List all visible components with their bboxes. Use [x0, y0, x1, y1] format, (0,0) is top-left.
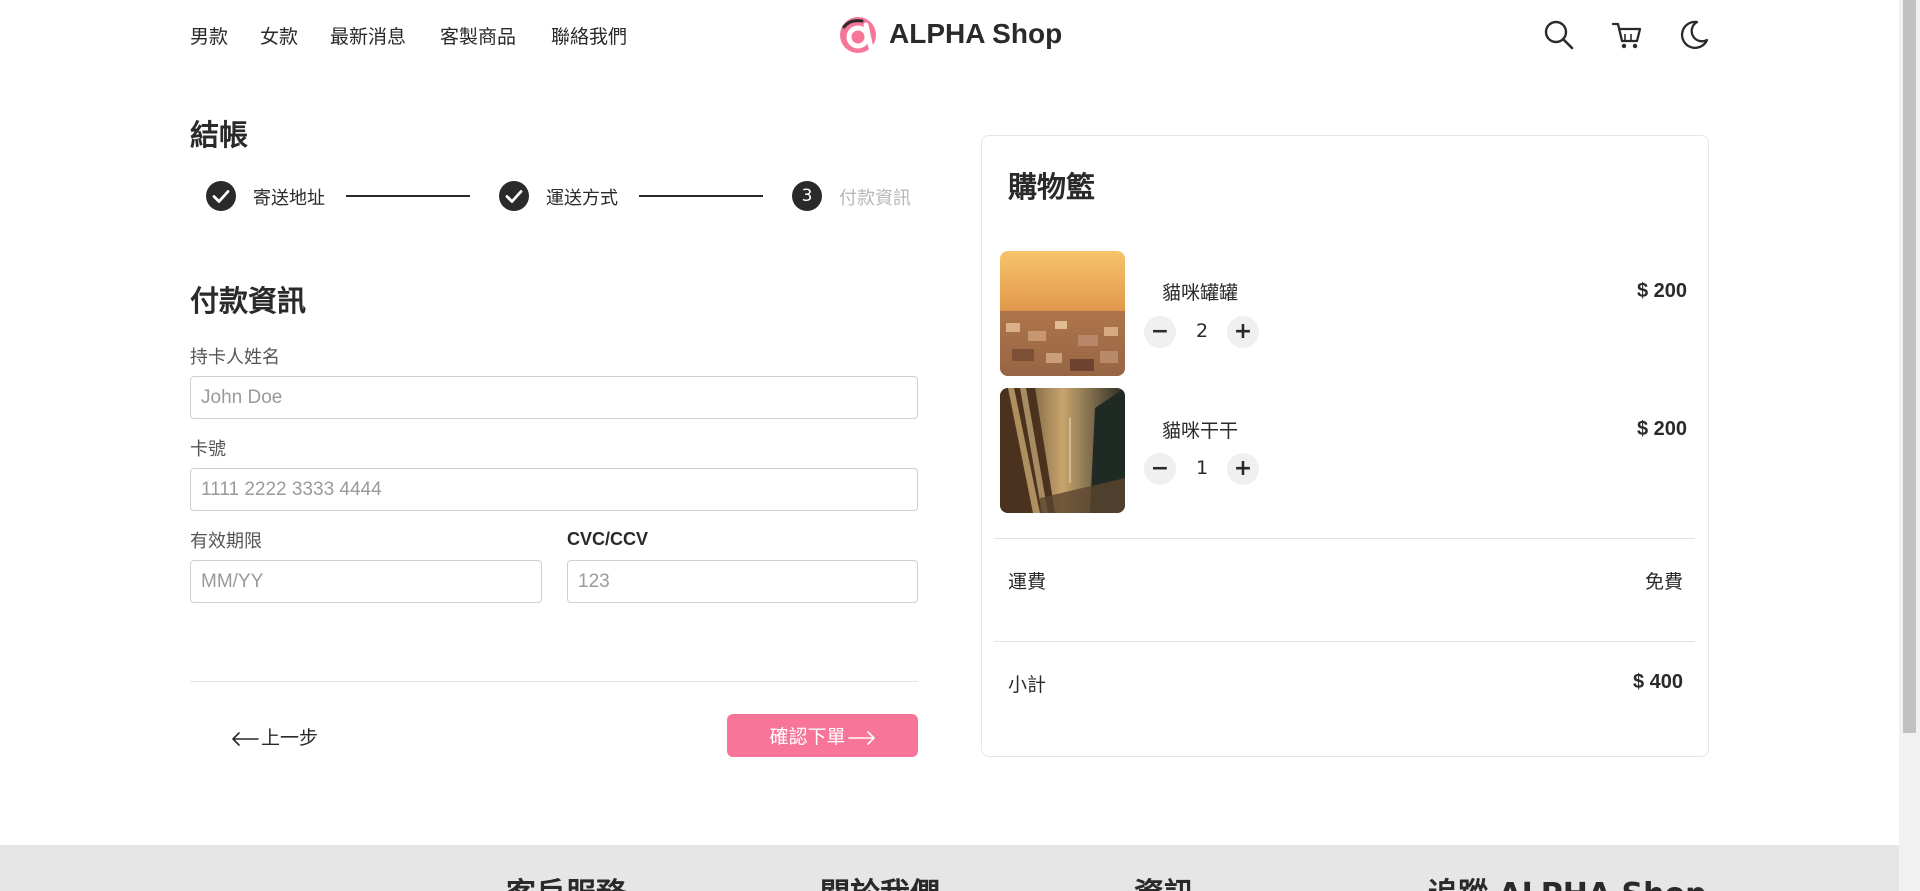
cart-item-name: 貓咪干干 [1162, 420, 1239, 442]
subtotal-label: 小計 [1008, 674, 1047, 696]
step-3-label: 付款資訊 [839, 188, 911, 209]
confirm-order-label: 確認下單 [769, 726, 846, 748]
decrease-quantity-button[interactable]: − [1144, 453, 1176, 485]
cvc-label: CVC/CCV [567, 529, 649, 549]
arrow-left-icon [232, 731, 259, 746]
cart-divider [994, 538, 1695, 539]
footer-heading-service: 客戶服務 [506, 869, 626, 891]
step-2-label: 運送方式 [546, 188, 618, 209]
cart-item-price: $ 200 [1636, 418, 1687, 440]
cart-divider [994, 641, 1695, 642]
cart-icon[interactable] [1610, 18, 1644, 52]
shipping-label: 運費 [1008, 571, 1047, 593]
step-3-number: 3 [792, 181, 822, 211]
nav-link-custom[interactable]: 客製商品 [440, 22, 516, 49]
step-1-check-icon [206, 181, 236, 211]
cart-item-quantity: 2 [1195, 320, 1209, 342]
nav-link-news[interactable]: 最新消息 [330, 22, 406, 49]
cart-item-price: $ 200 [1636, 280, 1687, 302]
footer-heading-info: 資訊 [1134, 869, 1194, 891]
card-number-input[interactable] [190, 468, 918, 511]
cardholder-name-label: 持卡人姓名 [190, 347, 280, 368]
previous-step-button[interactable]: 上一步 [231, 723, 318, 750]
footer-heading-follow: 追蹤 ALPHA Shop [1428, 869, 1707, 891]
product-image [1000, 251, 1125, 376]
logo[interactable]: ALPHA Shop [838, 14, 1238, 56]
footer-heading-about: 關於我們 [820, 869, 940, 891]
cart-title: 購物籃 [1008, 170, 1096, 204]
cardholder-name-input[interactable] [190, 376, 918, 419]
arrow-right-icon [847, 730, 875, 745]
step-connector [639, 195, 763, 197]
increase-quantity-button[interactable]: + [1227, 316, 1259, 348]
cart-item-name: 貓咪罐罐 [1162, 282, 1239, 304]
logo-mark-icon [840, 17, 876, 53]
step-1-label: 寄送地址 [253, 188, 325, 209]
moon-icon[interactable] [1677, 18, 1711, 52]
section-title: 付款資訊 [190, 284, 307, 318]
card-number-label: 卡號 [190, 439, 226, 460]
subtotal-value: $ 400 [1632, 671, 1683, 693]
confirm-order-button[interactable]: 確認下單 [727, 714, 918, 757]
page-title: 結帳 [190, 118, 249, 152]
cvc-input[interactable] [567, 560, 918, 603]
nav-link-men[interactable]: 男款 [190, 22, 228, 49]
expiry-label: 有效期限 [190, 531, 262, 552]
expiry-input[interactable] [190, 560, 542, 603]
logo-text: ALPHA Shop [889, 18, 1063, 49]
step-2-check-icon [499, 181, 529, 211]
step-connector [346, 195, 470, 197]
decrease-quantity-button[interactable]: − [1144, 316, 1176, 348]
nav-link-women[interactable]: 女款 [260, 22, 298, 49]
scrollbar-thumb[interactable] [1903, 0, 1916, 733]
form-divider [190, 681, 918, 682]
increase-quantity-button[interactable]: + [1227, 453, 1259, 485]
previous-step-label: 上一步 [261, 727, 319, 749]
page-scrollbar[interactable] [1899, 0, 1920, 891]
shipping-value: 免費 [1644, 571, 1683, 593]
cart-item-quantity: 1 [1195, 457, 1209, 479]
site-footer: 客戶服務 關於我們 資訊 追蹤 ALPHA Shop [0, 845, 1899, 891]
search-icon[interactable] [1542, 18, 1576, 52]
product-image [1000, 388, 1125, 513]
nav-link-contact[interactable]: 聯絡我們 [551, 22, 627, 49]
